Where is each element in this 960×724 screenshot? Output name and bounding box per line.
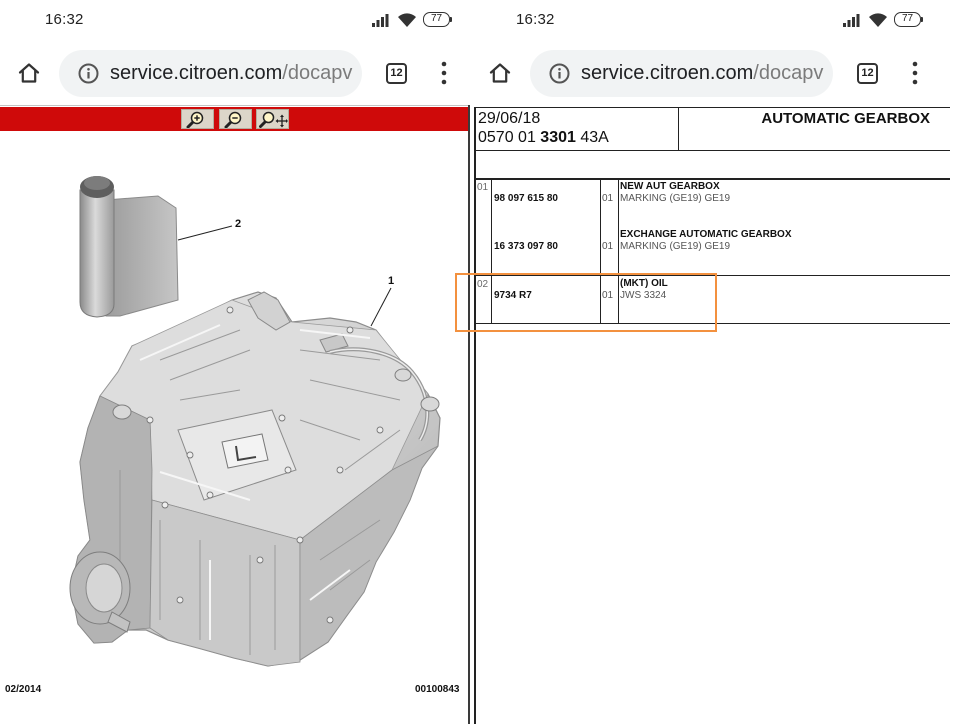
part-detail: MARKING (GE19) GE19 [620, 193, 731, 204]
diagram-date: 02/2014 [5, 684, 42, 695]
callout-2-label: 2 [235, 218, 241, 230]
status-time: 16:32 [516, 11, 555, 28]
signal-icon [843, 14, 860, 27]
part-line: NEW AUT GEARBOX 98 097 615 80 01 MARKING… [476, 181, 950, 207]
left-phone-screen: 16:32 77 service.citroen.com/docapv 12 2… [0, 0, 471, 724]
home-icon[interactable] [17, 61, 41, 85]
url-path: /docapv [282, 62, 353, 84]
part-name: EXCHANGE AUTOMATIC GEARBOX [620, 229, 792, 240]
address-bar[interactable]: service.citroen.com/docapv [530, 50, 833, 97]
url-path: /docapv [753, 62, 824, 84]
parts-row-group: 01 NEW AUT GEARBOX 98 097 615 80 01 MARK… [476, 178, 950, 275]
callout-1-leader [370, 287, 392, 327]
menu-icon[interactable] [910, 61, 920, 85]
status-time: 16:32 [45, 11, 84, 28]
frame-divider [468, 105, 470, 724]
callout-2-leader [177, 225, 233, 241]
oil-container-illustration [79, 176, 179, 318]
part-line: EXCHANGE AUTOMATIC GEARBOX 16 373 097 80… [476, 229, 950, 255]
viewer-toolbar [0, 107, 468, 131]
url-host: service.citroen.com [581, 62, 754, 84]
wifi-icon [869, 13, 887, 27]
table-top-border [476, 107, 950, 108]
battery-level: 77 [894, 12, 921, 27]
url-host: service.citroen.com [110, 62, 283, 84]
right-phone-screen: 16:32 77 service.citroen.com/docapv 12 2… [471, 0, 960, 724]
status-bar: 16:32 77 [0, 0, 471, 40]
output-flange-inner [85, 563, 123, 613]
parts-table: 29/06/18 0570 01 3301 43A AUTOMATIC GEAR… [474, 107, 950, 724]
url-text[interactable]: service.citroen.com/docapv [581, 62, 823, 85]
url-text[interactable]: service.citroen.com/docapv [110, 62, 352, 85]
reference-prefix: 0570 01 [478, 129, 536, 146]
status-bar: 16:32 77 [471, 0, 960, 40]
header-reference: 0570 01 3301 43A [478, 129, 609, 147]
browser-toolbar: service.citroen.com/docapv 12 [471, 40, 960, 105]
highlight-box [455, 273, 717, 332]
oil-container-cap-top [84, 176, 110, 190]
wifi-icon [398, 13, 416, 27]
reference-suffix: 43A [580, 129, 609, 146]
part-detail: MARKING (GE19) GE19 [620, 241, 731, 252]
address-bar[interactable]: service.citroen.com/docapv [59, 50, 362, 97]
oil-container-side [105, 195, 179, 317]
zoom-move-button[interactable] [256, 109, 289, 129]
battery-icon: 77 [423, 12, 453, 27]
zoom-in-icon [186, 111, 204, 128]
gearbox-illustration [69, 291, 441, 667]
header-divider [678, 107, 679, 150]
home-icon[interactable] [488, 61, 512, 85]
battery-nub [450, 17, 452, 22]
battery-icon: 77 [894, 12, 924, 27]
viewer-top-border [0, 105, 468, 106]
part-number: 16 373 097 80 [494, 241, 558, 252]
zoom-out-button[interactable] [219, 109, 252, 129]
reference-bold: 3301 [540, 129, 576, 146]
zoom-in-button[interactable] [181, 109, 214, 129]
exploded-view-diagram[interactable]: 2 1 [0, 131, 467, 724]
zoom-move-icon [259, 111, 288, 128]
zoom-out-icon [224, 111, 242, 128]
oil-container-front [79, 189, 115, 318]
part-name: NEW AUT GEARBOX [620, 181, 720, 192]
browser-toolbar: service.citroen.com/docapv 12 [0, 40, 471, 105]
header-bottom-border [476, 150, 950, 151]
site-info-icon[interactable] [78, 63, 99, 84]
menu-icon[interactable] [439, 61, 449, 85]
tabs-button[interactable]: 12 [857, 63, 878, 84]
battery-nub [921, 17, 923, 22]
part-quantity: 01 [602, 241, 614, 252]
header-date: 29/06/18 [478, 110, 541, 127]
header-title: AUTOMATIC GEARBOX [761, 110, 930, 127]
signal-icon [372, 14, 389, 27]
tabs-button[interactable]: 12 [386, 63, 407, 84]
diagram-reference: 00100843 [415, 684, 460, 695]
site-info-icon[interactable] [549, 63, 570, 84]
part-quantity: 01 [602, 193, 614, 204]
battery-level: 77 [423, 12, 450, 27]
callout-1-label: 1 [388, 275, 394, 287]
part-number: 98 097 615 80 [494, 193, 558, 204]
